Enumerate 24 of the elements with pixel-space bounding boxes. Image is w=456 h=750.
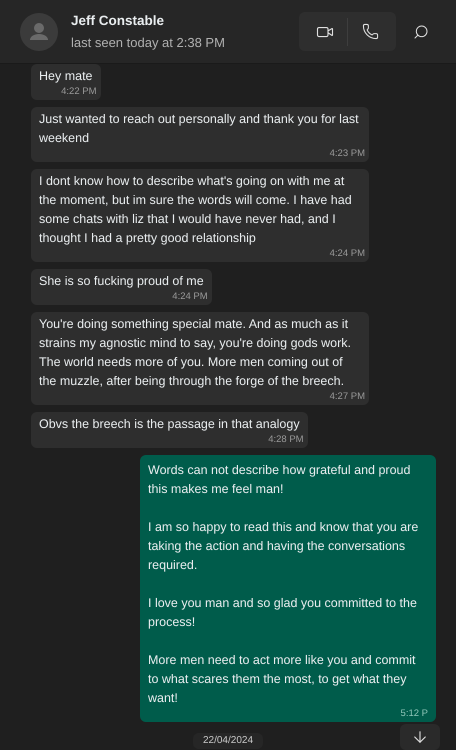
message-text: More men need to act more like you and commit to what scares them the most, to get what they want! [148, 652, 416, 707]
message-text: I am so happy to read this and know that you are taking the action and having the conversations required. [148, 519, 420, 574]
contact-name: Jeff Constable [71, 12, 166, 30]
message-text: I love you man and so glad you committed to the process! [148, 595, 418, 631]
date-chip: 22/04/2024 [192, 733, 264, 749]
message-text: Just wanted to reach out personally and thank you for last weekend [39, 111, 360, 147]
message-time: 4:24 PM [330, 248, 365, 259]
message-text: Hey mate [39, 68, 92, 85]
message-time: 4:22 PM [61, 86, 96, 97]
message-time: 4:28 PM [268, 434, 304, 445]
message-text: Obvs the breech is the passage in that analogy [39, 416, 300, 433]
scroll-down-button[interactable] [400, 724, 440, 750]
message-text: You're doing something special mate. And as much as it strains my agnostic mind to say, you're doing gods work. The world needs more of you. More men coming out of the muzzle, after being through the forge of the breech. [39, 316, 352, 390]
message-time: 4:27 PM [330, 391, 365, 402]
message-text: Words can not describe how grateful and proud this makes me feel man! [148, 462, 412, 498]
message-time: 4:24 PM [172, 291, 208, 302]
contact-status: last seen today at 2:38 PM [71, 34, 226, 52]
phone-icon [362, 23, 378, 40]
avatar-icon [20, 12, 58, 50]
message-text: I dont know how to describe what's going on with me at the moment, but im sure the words will come. I have had some chats with liz that I would have never had, and I thought I had a pretty good relationship [39, 173, 353, 247]
search-icon [413, 24, 429, 40]
message-time: 4:23 PM [330, 148, 365, 159]
message-time: 5:12 P [400, 708, 428, 719]
message-text: She is so fucking proud of me [39, 273, 204, 290]
